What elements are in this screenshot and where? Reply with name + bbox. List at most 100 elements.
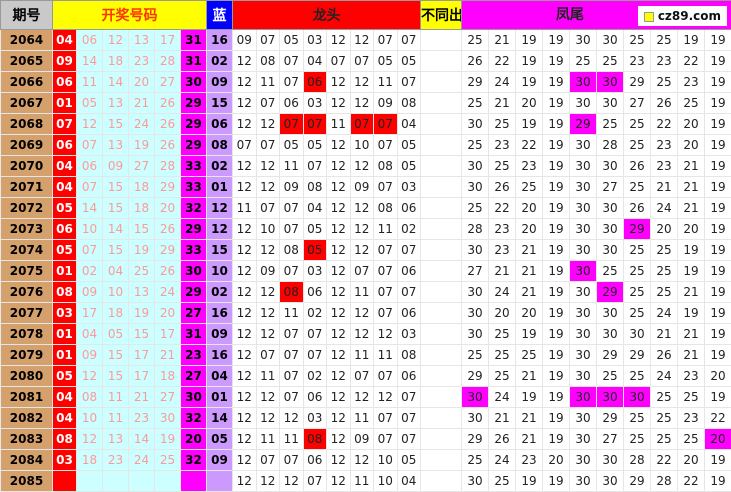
header-phoenix-tail: 凤尾 cz89.com <box>462 1 731 30</box>
dragon-head-value: 07 <box>303 324 327 345</box>
phoenix-tail-value: 25 <box>597 114 624 135</box>
last-red-ball: 33 <box>181 240 207 261</box>
phoenix-tail-value: 25 <box>651 261 678 282</box>
last-red-ball <box>181 471 207 492</box>
dragon-head-value: 11 <box>233 198 257 219</box>
dragon-head-value: 12 <box>256 177 280 198</box>
phoenix-tail-value: 30 <box>624 387 651 408</box>
phoenix-tail-value: 23 <box>678 408 705 429</box>
period-cell: 2072 <box>1 198 53 219</box>
phoenix-tail-value: 25 <box>489 324 516 345</box>
red-ball: 08 <box>77 387 103 408</box>
blue-ball: 14 <box>207 408 233 429</box>
phoenix-tail-value: 25 <box>462 30 489 51</box>
dragon-head-value: 12 <box>233 72 257 93</box>
red-ball: 19 <box>129 240 155 261</box>
last-red-ball: 33 <box>181 156 207 177</box>
phoenix-tail-value: 19 <box>705 135 731 156</box>
red-ball: 12 <box>77 366 103 387</box>
red-ball: 26 <box>155 135 181 156</box>
site-link[interactable]: cz89.com <box>638 6 727 26</box>
first-red-ball: 09 <box>53 51 77 72</box>
dragon-head-value: 12 <box>233 177 257 198</box>
red-ball: 14 <box>77 51 103 72</box>
red-ball: 09 <box>103 156 129 177</box>
first-red-ball: 06 <box>53 135 77 156</box>
phoenix-tail-value: 19 <box>705 198 731 219</box>
dragon-head-value: 07 <box>397 72 421 93</box>
site-logo-icon <box>644 12 654 22</box>
first-red-ball <box>53 471 77 492</box>
header-row: 期号 开奖号码 蓝 龙头 不同出 凤尾 cz89.com <box>1 1 731 30</box>
red-ball: 14 <box>103 219 129 240</box>
dragon-head-value: 04 <box>303 51 327 72</box>
red-ball: 27 <box>129 156 155 177</box>
red-ball: 23 <box>129 408 155 429</box>
table-row: 2065091418232831021208070407070505262219… <box>1 51 731 72</box>
phoenix-tail-value: 27 <box>462 261 489 282</box>
phoenix-tail-value: 19 <box>543 177 570 198</box>
dragon-head-value: 02 <box>303 303 327 324</box>
phoenix-tail-value: 21 <box>651 177 678 198</box>
phoenix-tail-value: 19 <box>516 72 543 93</box>
last-red-ball: 29 <box>181 93 207 114</box>
phoenix-tail-value: 20 <box>705 429 731 450</box>
blue-ball: 05 <box>207 429 233 450</box>
red-ball: 07 <box>77 177 103 198</box>
phoenix-tail-value: 20 <box>705 366 731 387</box>
phoenix-tail-value: 19 <box>705 303 731 324</box>
dragon-head-value: 07 <box>256 450 280 471</box>
dragon-head-value: 05 <box>374 51 398 72</box>
phoenix-tail-value: 30 <box>462 156 489 177</box>
dragon-head-value: 05 <box>280 135 304 156</box>
phoenix-tail-value: 30 <box>570 345 597 366</box>
red-ball: 09 <box>77 345 103 366</box>
phoenix-tail-value: 19 <box>543 240 570 261</box>
dragon-head-value: 12 <box>327 135 351 156</box>
blue-ball: 16 <box>207 30 233 51</box>
last-red-ball: 29 <box>181 282 207 303</box>
red-ball <box>155 471 181 492</box>
dragon-head-value: 12 <box>256 240 280 261</box>
red-ball: 15 <box>103 345 129 366</box>
red-ball: 13 <box>129 30 155 51</box>
dragon-head-value: 12 <box>233 387 257 408</box>
header-phoenix-label: 凤尾 <box>556 4 584 24</box>
blue-ball: 15 <box>207 240 233 261</box>
dragon-head-value: 11 <box>374 72 398 93</box>
first-red-ball: 08 <box>53 429 77 450</box>
dragon-head-value: 07 <box>280 345 304 366</box>
dragon-head-value: 07 <box>350 261 374 282</box>
red-ball: 02 <box>77 261 103 282</box>
last-red-ball: 32 <box>181 408 207 429</box>
dragon-head-value: 05 <box>397 51 421 72</box>
dragon-head-value: 08 <box>374 198 398 219</box>
dragon-head-value: 12 <box>350 30 374 51</box>
red-ball: 15 <box>103 240 129 261</box>
period-cell: 2083 <box>1 429 53 450</box>
phoenix-tail-value: 21 <box>516 240 543 261</box>
red-ball: 15 <box>103 366 129 387</box>
phoenix-tail-value: 29 <box>597 408 624 429</box>
dragon-head-value: 12 <box>256 387 280 408</box>
period-cell: 2073 <box>1 219 53 240</box>
phoenix-tail-value: 29 <box>624 471 651 492</box>
phoenix-tail-value: 30 <box>462 324 489 345</box>
dragon-head-value: 11 <box>374 345 398 366</box>
period-cell: 2071 <box>1 177 53 198</box>
dragon-head-value: 08 <box>280 282 304 303</box>
dragon-head-value: 12 <box>233 429 257 450</box>
site-link-text: cz89.com <box>658 9 721 23</box>
phoenix-tail-value: 19 <box>705 471 731 492</box>
lottery-table: 期号 开奖号码 蓝 龙头 不同出 凤尾 cz89.com 20640406121… <box>0 0 731 492</box>
phoenix-tail-value: 26 <box>489 177 516 198</box>
dragon-head-value: 12 <box>350 72 374 93</box>
dragon-head-value: 07 <box>397 408 421 429</box>
phoenix-tail-value: 30 <box>570 177 597 198</box>
blue-ball: 09 <box>207 324 233 345</box>
phoenix-tail-value: 30 <box>570 429 597 450</box>
red-ball: 29 <box>155 240 181 261</box>
first-red-ball: 04 <box>53 156 77 177</box>
last-red-ball: 30 <box>181 261 207 282</box>
blue-ball: 04 <box>207 366 233 387</box>
